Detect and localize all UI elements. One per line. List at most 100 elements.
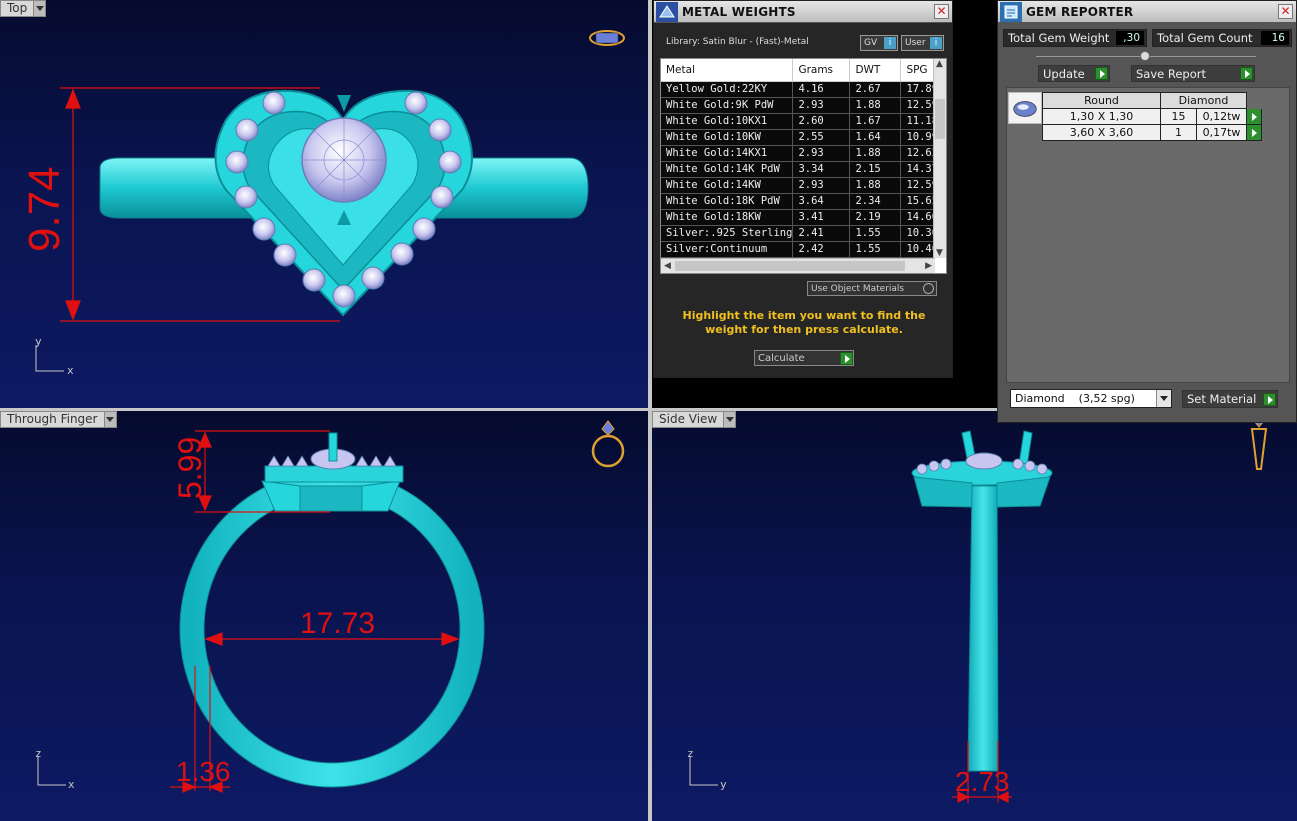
update-button[interactable]: Update: [1038, 65, 1110, 82]
panel-slider[interactable]: [1036, 51, 1256, 61]
chevron-down-icon[interactable]: [1156, 390, 1171, 407]
total-gem-weight-label: Total Gem Weight: [1008, 31, 1110, 45]
close-icon[interactable]: ✕: [1278, 4, 1293, 19]
gem-weight: 0,12tw: [1196, 108, 1247, 125]
use-object-materials-label: Use Object Materials: [811, 283, 905, 294]
report-icon: [1000, 1, 1022, 22]
column-header-dwt[interactable]: DWT: [849, 59, 902, 82]
viewport-label: Side View: [659, 412, 718, 426]
close-icon[interactable]: ✕: [934, 4, 949, 19]
select-gem-button[interactable]: [1246, 108, 1262, 125]
metal-row[interactable]: Silver:.925 Sterling 2.41 1.55 10.36: [661, 225, 942, 242]
total-gem-count-label: Total Gem Count: [1157, 31, 1253, 45]
metal-grams: 2.55: [792, 129, 851, 146]
gem-count: 1: [1160, 124, 1197, 141]
metal-name: White Gold:14K PdW: [661, 161, 794, 178]
column-header-metal[interactable]: Metal: [661, 59, 794, 82]
scroll-down-icon[interactable]: ▼: [936, 248, 943, 258]
gem-row[interactable]: 3,60 X 3,60 1 0,17tw: [1042, 124, 1262, 141]
total-gem-count-value: 16: [1261, 31, 1289, 45]
play-arrow-icon: [1263, 392, 1276, 406]
calculate-label: Calculate: [758, 352, 805, 364]
metal-row[interactable]: White Gold:10KX1 2.60 1.67 11.18: [661, 113, 942, 130]
axis-z-label: z: [687, 747, 694, 760]
gem-reporter-titlebar[interactable]: GEM REPORTER ✕: [998, 1, 1296, 23]
metal-row[interactable]: White Gold:14KX1 2.93 1.88 12.62: [661, 145, 942, 162]
metal-grams: 3.64: [792, 193, 851, 210]
material-value: Diamond (3,52 spg): [1015, 392, 1135, 405]
metal-row[interactable]: Yellow Gold:22KY 4.16 2.67 17.89: [661, 81, 942, 98]
gv-toggle[interactable]: GV i: [860, 35, 898, 51]
metal-grams: 2.93: [792, 97, 851, 114]
scroll-thumb[interactable]: [935, 99, 945, 139]
viewport-tab-finger[interactable]: Through Finger: [0, 411, 117, 428]
chevron-down-icon[interactable]: [103, 412, 116, 427]
metal-grams: 2.93: [792, 177, 851, 194]
play-arrow-icon: [1240, 67, 1253, 80]
panel-title: METAL WEIGHTS: [682, 4, 796, 19]
top-viewport[interactable]: Top 9.74 y x: [0, 0, 648, 408]
metal-grams: 2.60: [792, 113, 851, 130]
slider-knob[interactable]: [1140, 51, 1150, 61]
through-finger-viewport[interactable]: Through Finger 5.99 17.73 1.36 z x: [0, 411, 648, 821]
metal-row[interactable]: White Gold:10KW 2.55 1.64 10.99: [661, 129, 942, 146]
axis-x-label: x: [67, 364, 74, 377]
update-label: Update: [1043, 66, 1085, 81]
user-toggle[interactable]: User i: [901, 35, 944, 51]
metal-name: White Gold:14KX1: [661, 145, 794, 162]
axis-y-label: y: [720, 778, 727, 791]
save-report-button[interactable]: Save Report: [1131, 65, 1255, 82]
set-material-button[interactable]: Set Material: [1182, 390, 1278, 408]
scroll-left-icon[interactable]: ◀: [664, 261, 671, 271]
metal-dwt: 1.88: [849, 97, 902, 114]
metal-name: White Gold:18K PdW: [661, 193, 794, 210]
metal-grams: 2.93: [792, 145, 851, 162]
metal-dwt: 2.67: [849, 81, 902, 98]
metal-row[interactable]: White Gold:14KW 2.93 1.88 12.59: [661, 177, 942, 194]
metal-row[interactable]: Silver:Continuum 2.42 1.55 10.40: [661, 241, 942, 258]
horizontal-scrollbar[interactable]: ◀ ▶: [661, 258, 935, 273]
calculate-button[interactable]: Calculate: [754, 350, 854, 366]
metal-row[interactable]: White Gold:18KW 3.41 2.19 14.66: [661, 209, 942, 226]
info-icon: i: [884, 37, 896, 49]
metal-dwt: 1.64: [849, 129, 902, 146]
material-select[interactable]: Diamond (3,52 spg): [1010, 389, 1172, 408]
side-view-render: [689, 414, 1268, 803]
metal-row[interactable]: White Gold:9K PdW 2.93 1.88 12.59: [661, 97, 942, 114]
gem-row[interactable]: 1,30 X 1,30 15 0,12tw: [1042, 108, 1262, 125]
gv-label: GV: [864, 38, 878, 48]
gem-table: Round Diamond 1,30 X 1,30 15 0,12tw 3,60…: [1042, 92, 1262, 141]
info-icon: i: [930, 37, 942, 49]
side-viewport[interactable]: Side View 2.73 z y: [652, 411, 1297, 821]
gem-weight: 0,17tw: [1196, 124, 1247, 141]
metal-dwt: 2.34: [849, 193, 902, 210]
metal-grams: 3.41: [792, 209, 851, 226]
viewport-label: Top: [7, 1, 28, 15]
metal-table[interactable]: Metal Grams DWT SPG Yellow Gold:22KY 4.16…: [660, 58, 947, 274]
column-header-grams[interactable]: Grams: [792, 59, 851, 82]
play-arrow-icon: [1095, 67, 1108, 80]
chevron-down-icon[interactable]: [723, 412, 736, 427]
gem-size: 1,30 X 1,30: [1042, 108, 1161, 125]
metal-dwt: 1.67: [849, 113, 902, 130]
viewport-tab-top[interactable]: Top: [0, 0, 47, 17]
chevron-down-icon[interactable]: [33, 1, 46, 16]
metal-row[interactable]: White Gold:18K PdW 3.64 2.34 15.65: [661, 193, 942, 210]
metal-weights-titlebar[interactable]: METAL WEIGHTS ✕: [654, 1, 952, 23]
gem-material-header: Diamond: [1160, 92, 1247, 109]
metal-row[interactable]: White Gold:14K PdW 3.34 2.15 14.37: [661, 161, 942, 178]
scroll-up-icon[interactable]: ▲: [936, 59, 943, 69]
metal-dwt: 2.19: [849, 209, 902, 226]
ring-orientation-icon: [1250, 414, 1268, 470]
scroll-right-icon[interactable]: ▶: [925, 261, 932, 271]
dimension-inner-label: 17.73: [300, 607, 376, 640]
viewport-tab-side[interactable]: Side View: [652, 411, 737, 428]
total-gem-weight-field: Total Gem Weight ,30: [1003, 29, 1147, 47]
use-object-materials-toggle[interactable]: Use Object Materials: [807, 281, 937, 296]
select-gem-button[interactable]: [1246, 124, 1262, 141]
vertical-scrollbar[interactable]: ▲ ▼: [933, 59, 946, 258]
metal-grams: 2.42: [792, 241, 851, 258]
set-material-label: Set Material: [1187, 392, 1257, 406]
scroll-thumb[interactable]: [675, 261, 905, 271]
dimension-height-label: 9.74: [20, 166, 69, 252]
